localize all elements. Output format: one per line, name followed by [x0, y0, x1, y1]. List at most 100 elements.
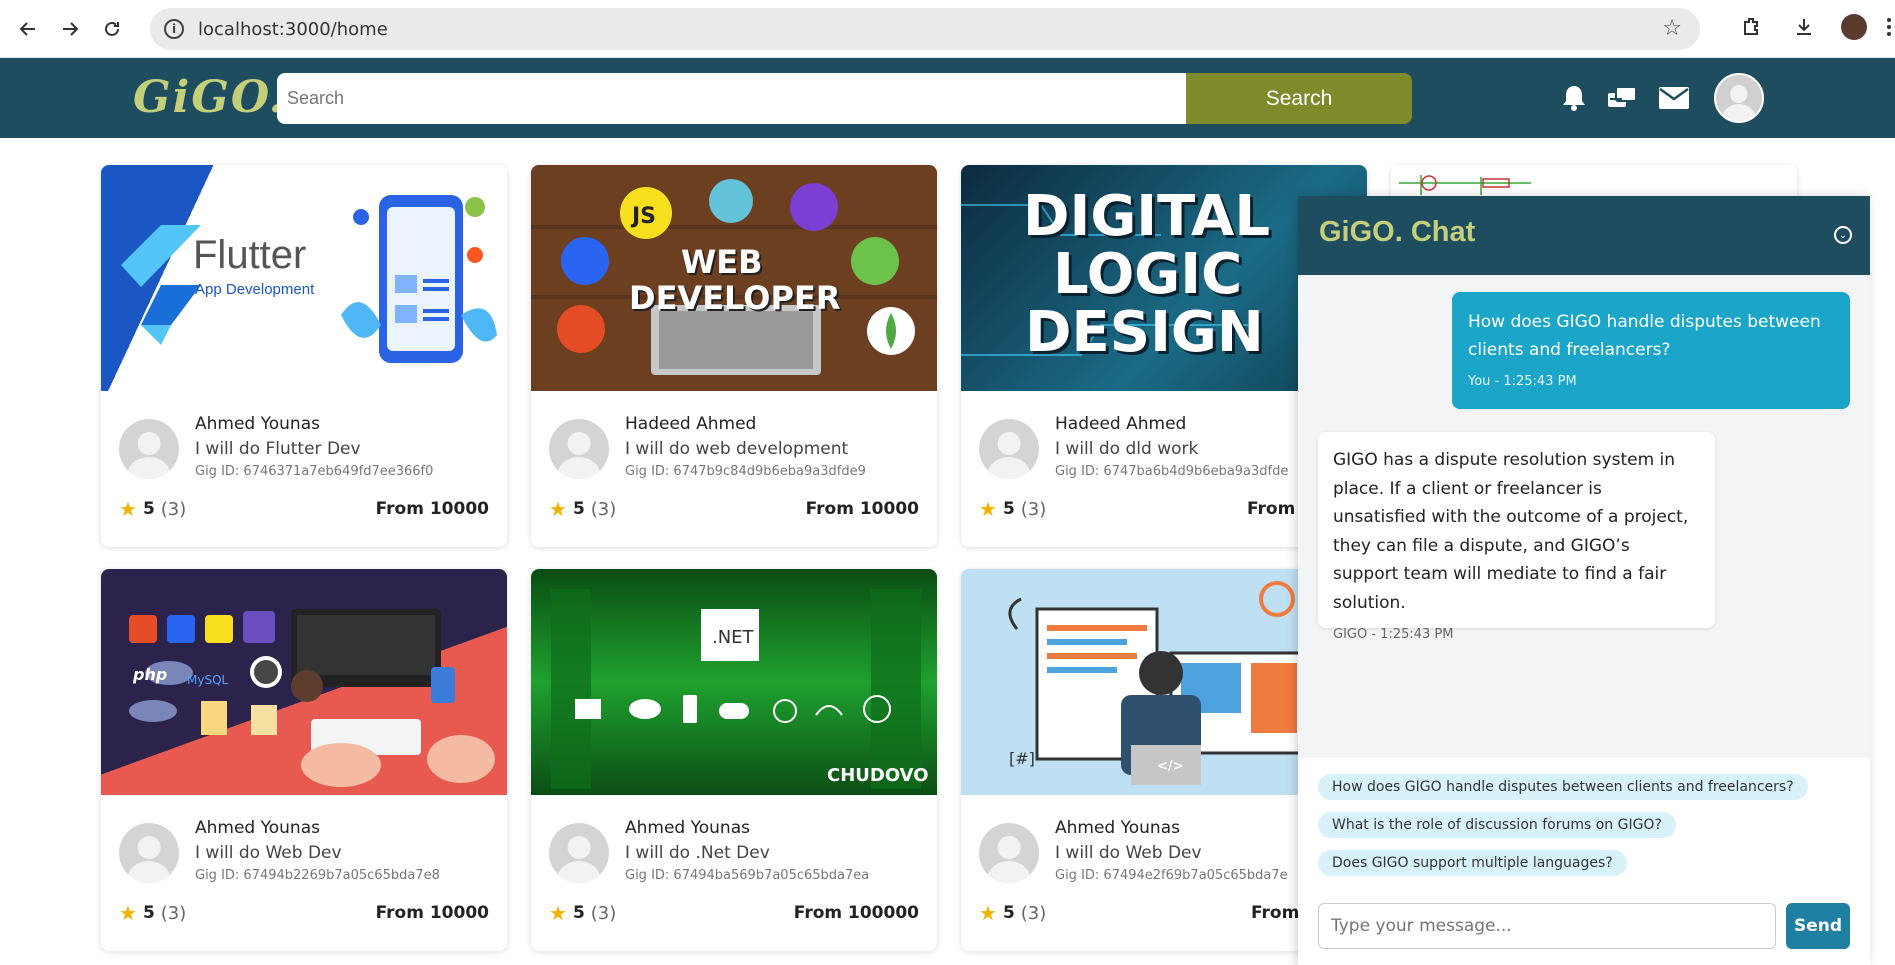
thumb-subtitle: App Development — [195, 281, 315, 298]
gig-price: From 10000 — [375, 903, 489, 923]
suggestion-chip[interactable]: What is the role of discussion forums on… — [1318, 812, 1676, 838]
rating-count: (3) — [1020, 498, 1047, 520]
rating: ★ 5 (3) — [119, 497, 186, 521]
star-icon: ★ — [979, 497, 997, 521]
extensions-icon[interactable] — [1737, 12, 1767, 42]
gig-card[interactable]: JS WEB DEVELOPER Hadeed Ahmed I will do … — [531, 165, 937, 547]
gig-title[interactable]: I will do web development — [625, 439, 848, 459]
chevron-down-icon[interactable]: ⌄ — [1834, 226, 1852, 244]
thumb-title: </> — [1157, 759, 1184, 774]
gig-id: Gig ID: 6747ba6b4d9b6eba9a3dfde — [1055, 464, 1289, 479]
seller-name[interactable]: Hadeed Ahmed — [1055, 414, 1186, 434]
gig-card[interactable]: php MySQL Ahmed Younas I will do Web Dev… — [101, 569, 507, 951]
gig-title[interactable]: I will do Web Dev — [195, 843, 342, 863]
thumb-subtitle: [#] — [1009, 749, 1035, 768]
url-text[interactable]: localhost:3000/home — [198, 19, 388, 40]
star-icon: ★ — [549, 901, 567, 925]
star-icon: ★ — [119, 497, 137, 521]
gig-thumbnail-web[interactable]: JS WEB DEVELOPER — [531, 165, 937, 391]
seller-name[interactable]: Hadeed Ahmed — [625, 414, 756, 434]
gigo-logo[interactable]: GiGO. — [133, 72, 286, 123]
chat-messages[interactable]: How does GIGO handle disputes between cl… — [1298, 275, 1870, 758]
gig-id: Gig ID: 67494b2269b7a05c65bda7e8 — [195, 868, 440, 883]
user-message: How does GIGO handle disputes between cl… — [1452, 292, 1850, 409]
search-input[interactable] — [277, 73, 1187, 124]
thumb-title: php — [133, 665, 168, 684]
gig-title[interactable]: I will do .Net Dev — [625, 843, 770, 863]
seller-avatar[interactable] — [549, 419, 609, 479]
gig-thumbnail-flutter[interactable]: Flutter App Development — [101, 165, 507, 391]
gig-title[interactable]: I will do Web Dev — [1055, 843, 1202, 863]
gig-price: From 100000 — [793, 903, 919, 923]
seller-name[interactable]: Ahmed Younas — [625, 818, 750, 838]
suggestion-list: How does GIGO handle disputes between cl… — [1318, 774, 1808, 888]
seller-avatar[interactable] — [979, 823, 1039, 883]
seller-avatar[interactable] — [979, 419, 1039, 479]
chat-title: GiGO. Chat — [1319, 216, 1476, 248]
chat-header: GiGO. Chat ⌄ — [1298, 196, 1870, 275]
browser-profile-avatar[interactable] — [1841, 14, 1867, 40]
gig-thumbnail-dotnet[interactable]: .NET CHUDOVO — [531, 569, 937, 795]
bell-icon[interactable] — [1557, 82, 1591, 114]
browser-toolbar: i localhost:3000/home ☆ — [0, 0, 1895, 58]
thumb-title: DIGITAL — [1023, 184, 1270, 249]
rating: ★ 5 (3) — [119, 901, 186, 925]
download-icon[interactable] — [1789, 12, 1819, 42]
rating-score: 5 — [1002, 903, 1015, 923]
user-avatar[interactable] — [1714, 73, 1764, 123]
thumb-subtitle: LOGIC — [1053, 242, 1243, 307]
browser-menu-icon[interactable] — [1883, 18, 1895, 36]
seller-avatar[interactable] — [549, 823, 609, 883]
forward-icon[interactable] — [56, 15, 84, 43]
message-input[interactable] — [1318, 903, 1776, 949]
site-info-icon[interactable]: i — [164, 19, 184, 39]
rating-score: 5 — [142, 499, 155, 519]
rating: ★ 5 (3) — [979, 497, 1046, 521]
svg-text:JS: JS — [630, 204, 656, 229]
rating-count: (3) — [160, 902, 187, 924]
gig-thumbnail-webdev[interactable]: php MySQL — [101, 569, 507, 795]
message-text: GIGO has a dispute resolution system in … — [1333, 450, 1689, 613]
seller-avatar[interactable] — [119, 419, 179, 479]
orders-icon[interactable] — [1605, 82, 1639, 114]
send-button[interactable]: Send — [1786, 903, 1850, 949]
reload-icon[interactable] — [98, 15, 126, 43]
message-meta: GIGO - 1:25:43 PM — [1333, 627, 1454, 642]
thumb-subtitle: DEVELOPER — [629, 279, 841, 317]
gig-price: From — [1251, 903, 1300, 923]
rating-score: 5 — [1002, 499, 1015, 519]
rating-score: 5 — [572, 903, 585, 923]
gig-price: From 10000 — [375, 499, 489, 519]
seller-name[interactable]: Ahmed Younas — [195, 818, 320, 838]
mail-icon[interactable] — [1657, 82, 1691, 114]
gig-id: Gig ID: 6746371a7eb649fd7ee366f0 — [195, 464, 434, 479]
thumb-subtitle-2: DESIGN — [1025, 300, 1264, 365]
seller-name[interactable]: Ahmed Younas — [195, 414, 320, 434]
thumb-subtitle: CHUDOVO — [827, 765, 929, 786]
suggestion-chip[interactable]: How does GIGO handle disputes between cl… — [1318, 774, 1808, 800]
star-icon: ★ — [119, 901, 137, 925]
message-text: How does GIGO handle disputes between cl… — [1468, 312, 1821, 360]
rating-score: 5 — [572, 499, 585, 519]
bot-message: GIGO has a dispute resolution system in … — [1318, 432, 1715, 642]
suggestion-chip[interactable]: Does GIGO support multiple languages? — [1318, 850, 1627, 876]
gig-title[interactable]: I will do dld work — [1055, 439, 1198, 459]
gig-title[interactable]: I will do Flutter Dev — [195, 439, 361, 459]
thumb-subtitle: MySQL — [187, 673, 229, 687]
gig-id: Gig ID: 6747b9c84d9b6eba9a3dfde9 — [625, 464, 866, 479]
rating: ★ 5 (3) — [549, 901, 616, 925]
address-bar[interactable]: i localhost:3000/home ☆ — [150, 8, 1700, 50]
thumb-title: .NET — [712, 627, 754, 648]
rating-count: (3) — [590, 498, 617, 520]
seller-name[interactable]: Ahmed Younas — [1055, 818, 1180, 838]
search-button[interactable]: Search — [1186, 73, 1412, 124]
rating-count: (3) — [160, 498, 187, 520]
bookmark-star-icon[interactable]: ☆ — [1662, 16, 1682, 41]
gig-id: Gig ID: 67494ba569b7a05c65bda7ea — [625, 868, 870, 883]
thumb-title: Flutter — [193, 233, 307, 277]
gig-card[interactable]: .NET CHUDOVO Ahmed Younas I will do .Net… — [531, 569, 937, 951]
back-icon[interactable] — [14, 15, 42, 43]
gig-card[interactable]: Flutter App Development Ahmed Younas I w… — [101, 165, 507, 547]
star-icon: ★ — [549, 497, 567, 521]
seller-avatar[interactable] — [119, 823, 179, 883]
